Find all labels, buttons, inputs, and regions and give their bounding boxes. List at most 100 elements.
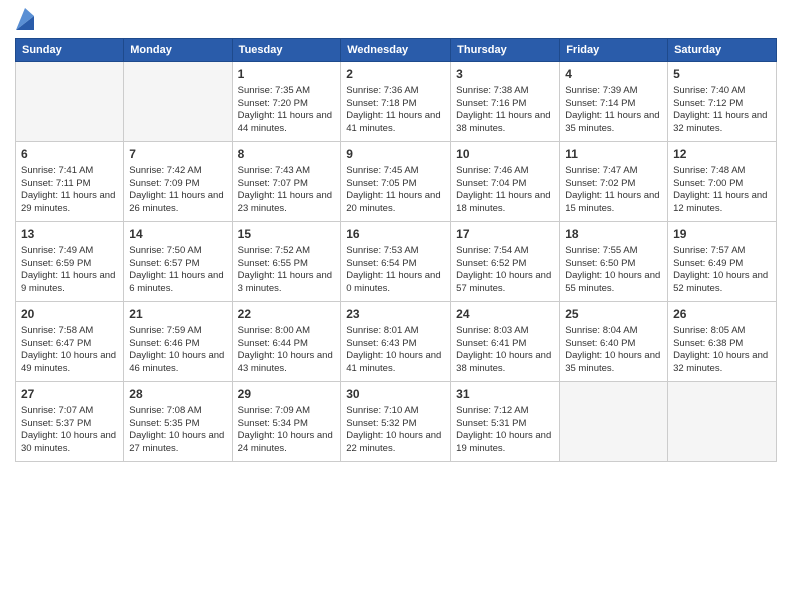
day-info: Sunrise: 7:38 AMSunset: 7:16 PMDaylight:… <box>456 85 554 136</box>
day-number: 8 <box>238 146 336 163</box>
weekday-header-monday: Monday <box>124 39 232 62</box>
week-row-1: 1 Sunrise: 7:35 AMSunset: 7:20 PMDaylight… <box>16 62 777 142</box>
weekday-header-saturday: Saturday <box>668 39 777 62</box>
calendar-cell: 31Sunrise: 7:12 AMSunset: 5:31 PMDayligh… <box>451 382 560 462</box>
calendar-cell: 2 Sunrise: 7:36 AMSunset: 7:18 PMDaylight… <box>341 62 451 142</box>
day-number: 7 <box>129 146 226 163</box>
calendar-cell: 17 Sunrise: 7:54 AMSunset: 6:52 PMDayligh… <box>451 222 560 302</box>
day-info: Sunrise: 7:40 AMSunset: 7:12 PMDaylight:… <box>673 85 771 136</box>
calendar-cell: 26Sunrise: 8:05 AMSunset: 6:38 PMDayligh… <box>668 302 777 382</box>
calendar-cell: 16 Sunrise: 7:53 AMSunset: 6:54 PMDayligh… <box>341 222 451 302</box>
day-number: 21 <box>129 306 226 323</box>
calendar-cell: 6Sunrise: 7:41 AMSunset: 7:11 PMDaylight… <box>16 142 124 222</box>
week-row-2: 6Sunrise: 7:41 AMSunset: 7:11 PMDaylight… <box>16 142 777 222</box>
day-number: 30 <box>346 386 445 403</box>
day-info: Sunrise: 7:47 AMSunset: 7:02 PMDaylight:… <box>565 165 662 216</box>
day-number: 6 <box>21 146 118 163</box>
day-info: Sunrise: 8:03 AMSunset: 6:41 PMDaylight:… <box>456 325 554 376</box>
calendar-cell: 10 Sunrise: 7:46 AMSunset: 7:04 PMDayligh… <box>451 142 560 222</box>
day-info: Sunrise: 7:39 AMSunset: 7:14 PMDaylight:… <box>565 85 662 136</box>
day-info: Sunrise: 7:10 AMSunset: 5:32 PMDaylight:… <box>346 405 445 456</box>
day-number: 5 <box>673 66 771 83</box>
day-info: Sunrise: 8:01 AMSunset: 6:43 PMDaylight:… <box>346 325 445 376</box>
day-number: 18 <box>565 226 662 243</box>
day-info: Sunrise: 8:04 AMSunset: 6:40 PMDaylight:… <box>565 325 662 376</box>
day-info: Sunrise: 7:49 AMSunset: 6:59 PMDaylight:… <box>21 245 118 296</box>
day-info: Sunrise: 7:43 AMSunset: 7:07 PMDaylight:… <box>238 165 336 216</box>
day-info: Sunrise: 7:46 AMSunset: 7:04 PMDaylight:… <box>456 165 554 216</box>
day-number: 17 <box>456 226 554 243</box>
calendar-cell: 5 Sunrise: 7:40 AMSunset: 7:12 PMDaylight… <box>668 62 777 142</box>
calendar-cell: 1 Sunrise: 7:35 AMSunset: 7:20 PMDaylight… <box>232 62 341 142</box>
calendar-cell: 20 Sunrise: 7:58 AMSunset: 6:47 PMDayligh… <box>16 302 124 382</box>
day-info: Sunrise: 8:00 AMSunset: 6:44 PMDaylight:… <box>238 325 336 376</box>
week-row-3: 13 Sunrise: 7:49 AMSunset: 6:59 PMDayligh… <box>16 222 777 302</box>
day-number: 14 <box>129 226 226 243</box>
weekday-header-thursday: Thursday <box>451 39 560 62</box>
day-info: Sunrise: 7:54 AMSunset: 6:52 PMDaylight:… <box>456 245 554 296</box>
calendar-cell: 18 Sunrise: 7:55 AMSunset: 6:50 PMDayligh… <box>560 222 668 302</box>
day-number: 15 <box>238 226 336 243</box>
day-number: 1 <box>238 66 336 83</box>
day-number: 25 <box>565 306 662 323</box>
day-info: Sunrise: 7:55 AMSunset: 6:50 PMDaylight:… <box>565 245 662 296</box>
weekday-header-tuesday: Tuesday <box>232 39 341 62</box>
day-info: Sunrise: 7:48 AMSunset: 7:00 PMDaylight:… <box>673 165 771 216</box>
calendar-table: SundayMondayTuesdayWednesdayThursdayFrid… <box>15 38 777 462</box>
day-number: 16 <box>346 226 445 243</box>
day-number: 20 <box>21 306 118 323</box>
day-number: 24 <box>456 306 554 323</box>
day-number: 19 <box>673 226 771 243</box>
calendar-cell: 11 Sunrise: 7:47 AMSunset: 7:02 PMDayligh… <box>560 142 668 222</box>
day-number: 26 <box>673 306 771 323</box>
calendar-cell: 19Sunrise: 7:57 AMSunset: 6:49 PMDayligh… <box>668 222 777 302</box>
calendar-cell: 9 Sunrise: 7:45 AMSunset: 7:05 PMDaylight… <box>341 142 451 222</box>
logo <box>15 10 34 30</box>
weekday-header-friday: Friday <box>560 39 668 62</box>
header <box>15 10 777 30</box>
day-info: Sunrise: 7:42 AMSunset: 7:09 PMDaylight:… <box>129 165 226 216</box>
day-info: Sunrise: 7:07 AMSunset: 5:37 PMDaylight:… <box>21 405 118 456</box>
day-number: 31 <box>456 386 554 403</box>
calendar-cell: 24 Sunrise: 8:03 AMSunset: 6:41 PMDayligh… <box>451 302 560 382</box>
day-number: 29 <box>238 386 336 403</box>
weekday-header-sunday: Sunday <box>16 39 124 62</box>
day-number: 2 <box>346 66 445 83</box>
day-number: 9 <box>346 146 445 163</box>
week-row-5: 27Sunrise: 7:07 AMSunset: 5:37 PMDayligh… <box>16 382 777 462</box>
calendar-cell: 29Sunrise: 7:09 AMSunset: 5:34 PMDayligh… <box>232 382 341 462</box>
calendar-cell: 22 Sunrise: 8:00 AMSunset: 6:44 PMDayligh… <box>232 302 341 382</box>
day-number: 4 <box>565 66 662 83</box>
calendar-cell: 15 Sunrise: 7:52 AMSunset: 6:55 PMDayligh… <box>232 222 341 302</box>
day-number: 23 <box>346 306 445 323</box>
day-number: 11 <box>565 146 662 163</box>
week-row-4: 20 Sunrise: 7:58 AMSunset: 6:47 PMDayligh… <box>16 302 777 382</box>
calendar-cell <box>16 62 124 142</box>
calendar-cell: 8 Sunrise: 7:43 AMSunset: 7:07 PMDaylight… <box>232 142 341 222</box>
day-number: 22 <box>238 306 336 323</box>
calendar-cell: 13 Sunrise: 7:49 AMSunset: 6:59 PMDayligh… <box>16 222 124 302</box>
day-number: 3 <box>456 66 554 83</box>
calendar-cell <box>668 382 777 462</box>
calendar-cell: 28Sunrise: 7:08 AMSunset: 5:35 PMDayligh… <box>124 382 232 462</box>
day-info: Sunrise: 7:35 AMSunset: 7:20 PMDaylight:… <box>238 85 336 136</box>
calendar-cell: 21Sunrise: 7:59 AMSunset: 6:46 PMDayligh… <box>124 302 232 382</box>
day-info: Sunrise: 7:08 AMSunset: 5:35 PMDaylight:… <box>129 405 226 456</box>
day-info: Sunrise: 7:53 AMSunset: 6:54 PMDaylight:… <box>346 245 445 296</box>
day-info: Sunrise: 7:52 AMSunset: 6:55 PMDaylight:… <box>238 245 336 296</box>
calendar-page: SundayMondayTuesdayWednesdayThursdayFrid… <box>0 0 792 612</box>
calendar-cell: 25 Sunrise: 8:04 AMSunset: 6:40 PMDayligh… <box>560 302 668 382</box>
day-number: 10 <box>456 146 554 163</box>
day-number: 13 <box>21 226 118 243</box>
calendar-cell <box>560 382 668 462</box>
calendar-cell: 30 Sunrise: 7:10 AMSunset: 5:32 PMDayligh… <box>341 382 451 462</box>
day-info: Sunrise: 7:58 AMSunset: 6:47 PMDaylight:… <box>21 325 118 376</box>
calendar-cell: 14Sunrise: 7:50 AMSunset: 6:57 PMDayligh… <box>124 222 232 302</box>
day-info: Sunrise: 7:45 AMSunset: 7:05 PMDaylight:… <box>346 165 445 216</box>
weekday-header-wednesday: Wednesday <box>341 39 451 62</box>
calendar-cell: 23 Sunrise: 8:01 AMSunset: 6:43 PMDayligh… <box>341 302 451 382</box>
calendar-cell: 7 Sunrise: 7:42 AMSunset: 7:09 PMDaylight… <box>124 142 232 222</box>
day-info: Sunrise: 7:36 AMSunset: 7:18 PMDaylight:… <box>346 85 445 136</box>
weekday-header-row: SundayMondayTuesdayWednesdayThursdayFrid… <box>16 39 777 62</box>
calendar-cell: 12Sunrise: 7:48 AMSunset: 7:00 PMDayligh… <box>668 142 777 222</box>
